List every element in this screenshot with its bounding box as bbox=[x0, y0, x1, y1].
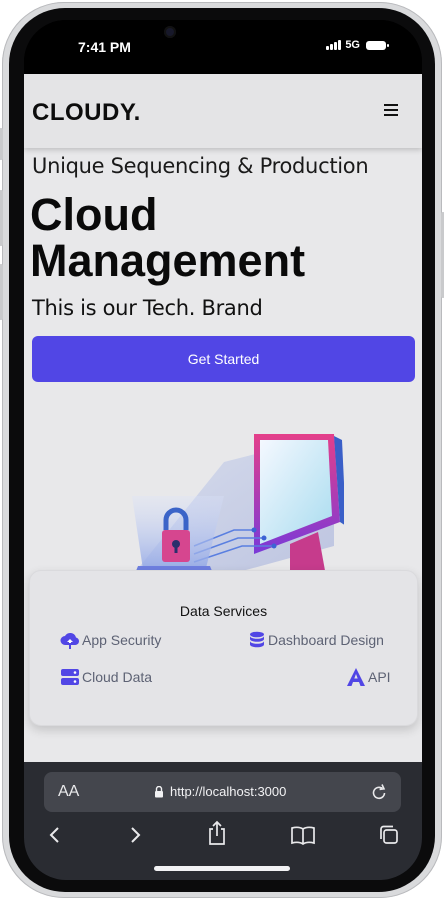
service-dashboard-design[interactable]: Dashboard Design bbox=[248, 631, 384, 649]
hero-title: Cloud Management bbox=[30, 192, 305, 284]
hamburger-menu-icon[interactable] bbox=[384, 104, 398, 116]
back-icon[interactable] bbox=[48, 824, 62, 846]
phone-screen: 7:41 PM 5G CLOUDY. Unique Sequencing & P… bbox=[24, 20, 422, 880]
tabs-icon[interactable] bbox=[378, 824, 400, 846]
forward-icon[interactable] bbox=[128, 824, 142, 846]
lock-icon bbox=[155, 786, 163, 798]
service-cloud-data[interactable]: Cloud Data bbox=[60, 668, 152, 686]
hero-subtitle: Unique Sequencing & Production bbox=[32, 154, 369, 178]
service-app-security[interactable]: App Security bbox=[60, 631, 161, 649]
share-icon[interactable] bbox=[207, 820, 227, 846]
data-services-title: Data Services bbox=[179, 603, 268, 619]
volume-up-button bbox=[0, 190, 3, 246]
hero-title-line-2: Management bbox=[30, 235, 306, 286]
status-bar: 7:41 PM 5G bbox=[24, 20, 422, 74]
silent-switch bbox=[0, 128, 3, 160]
cloud-upload-icon bbox=[60, 633, 79, 649]
cloud-security-illustration bbox=[132, 434, 344, 576]
service-label: App Security bbox=[82, 632, 162, 648]
get-started-button[interactable]: Get Started bbox=[32, 336, 415, 382]
signal-icon bbox=[326, 40, 342, 50]
server-icon bbox=[61, 669, 79, 685]
bookmarks-icon[interactable] bbox=[290, 824, 316, 846]
browser-nav-toolbar bbox=[24, 820, 422, 858]
safari-toolbar: AA http://localhost:3000 bbox=[24, 762, 422, 880]
navbar: CLOUDY. bbox=[24, 74, 422, 148]
reload-icon[interactable] bbox=[370, 782, 388, 802]
angular-icon bbox=[347, 668, 365, 686]
text-size-button[interactable]: AA bbox=[58, 783, 79, 801]
database-icon bbox=[250, 631, 264, 648]
service-api[interactable]: API bbox=[346, 668, 391, 686]
status-indicators: 5G bbox=[326, 39, 389, 51]
status-time: 7:41 PM bbox=[78, 39, 131, 55]
brand-logo[interactable]: CLOUDY. bbox=[32, 99, 141, 127]
home-indicator bbox=[154, 866, 290, 871]
camera-icon bbox=[164, 26, 176, 38]
service-label: Cloud Data bbox=[82, 669, 153, 685]
network-label: 5G bbox=[345, 39, 360, 51]
service-label: API bbox=[368, 669, 391, 685]
url-text: http://localhost:3000 bbox=[170, 784, 287, 799]
hero-tagline: This is our Tech. Brand bbox=[32, 296, 263, 320]
data-services-card: Data Services App Security Dashboard Des… bbox=[29, 570, 418, 726]
battery-icon bbox=[366, 40, 389, 50]
web-page: CLOUDY. Unique Sequencing & Production C… bbox=[24, 74, 422, 762]
service-label: Dashboard Design bbox=[268, 632, 384, 648]
volume-down-button bbox=[0, 264, 3, 320]
text-size-label: AA bbox=[58, 783, 80, 800]
hero-title-line-1: Cloud bbox=[30, 189, 158, 240]
address-bar[interactable]: AA http://localhost:3000 bbox=[44, 772, 401, 812]
